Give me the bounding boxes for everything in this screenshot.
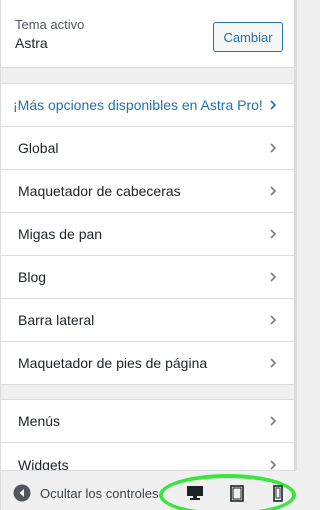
panel-label: Migas de pan bbox=[18, 226, 103, 242]
preview-mobile-button[interactable] bbox=[267, 483, 289, 503]
arrow-left-circle-icon bbox=[13, 484, 31, 502]
change-theme-button[interactable]: Cambiar bbox=[213, 22, 283, 52]
panel-label: Menús bbox=[18, 413, 61, 429]
chevron-right-icon bbox=[270, 272, 277, 282]
panel-label: Maquetador de cabeceras bbox=[18, 183, 181, 199]
chevron-right-icon bbox=[270, 100, 277, 110]
chevron-right-icon bbox=[270, 416, 277, 426]
preview-desktop-button[interactable] bbox=[184, 483, 206, 503]
desktop-icon bbox=[187, 486, 203, 500]
panel-footer-builder[interactable]: Maquetador de pies de página bbox=[1, 342, 294, 385]
panel-label: Maquetador de pies de página bbox=[18, 355, 208, 371]
promo-label: ¡Más opciones disponibles en Astra Pro! bbox=[13, 97, 263, 113]
chevron-right-icon bbox=[270, 358, 277, 368]
panel-label: Blog bbox=[18, 269, 47, 285]
scrollbar[interactable] bbox=[294, 0, 297, 510]
astra-pro-promo-link[interactable]: ¡Más opciones disponibles en Astra Pro! bbox=[1, 84, 294, 127]
chevron-right-icon bbox=[270, 315, 277, 325]
chevron-right-icon bbox=[270, 229, 277, 239]
panel-label: Global bbox=[18, 140, 59, 156]
chevron-right-icon bbox=[270, 459, 277, 470]
panel-global[interactable]: Global bbox=[1, 127, 294, 170]
chevron-right-icon bbox=[270, 186, 277, 196]
mobile-icon bbox=[273, 484, 283, 502]
hide-controls-label: Ocultar los controles bbox=[40, 485, 159, 501]
panel-breadcrumbs[interactable]: Migas de pan bbox=[1, 213, 294, 256]
customizer-panel-list: ¡Más opciones disponibles en Astra Pro! … bbox=[1, 83, 294, 385]
tablet-icon bbox=[230, 484, 244, 502]
customizer-footer: Ocultar los controles bbox=[1, 470, 297, 510]
active-theme-name: Astra bbox=[15, 35, 48, 51]
panel-header-builder[interactable]: Maquetador de cabeceras bbox=[1, 170, 294, 213]
panel-sidebar[interactable]: Barra lateral bbox=[1, 299, 294, 342]
panel-label: Barra lateral bbox=[18, 312, 95, 328]
hide-controls-button[interactable]: Ocultar los controles bbox=[13, 482, 159, 504]
customizer-sidebar: Tema activo Astra Cambiar ¡Más opciones … bbox=[0, 0, 297, 510]
chevron-right-icon bbox=[270, 143, 277, 153]
panel-blog[interactable]: Blog bbox=[1, 256, 294, 299]
active-theme-section: Tema activo Astra Cambiar bbox=[1, 0, 294, 68]
panel-menus[interactable]: Menús bbox=[1, 400, 294, 443]
preview-tablet-button[interactable] bbox=[226, 483, 248, 503]
active-theme-caption: Tema activo bbox=[15, 17, 85, 32]
